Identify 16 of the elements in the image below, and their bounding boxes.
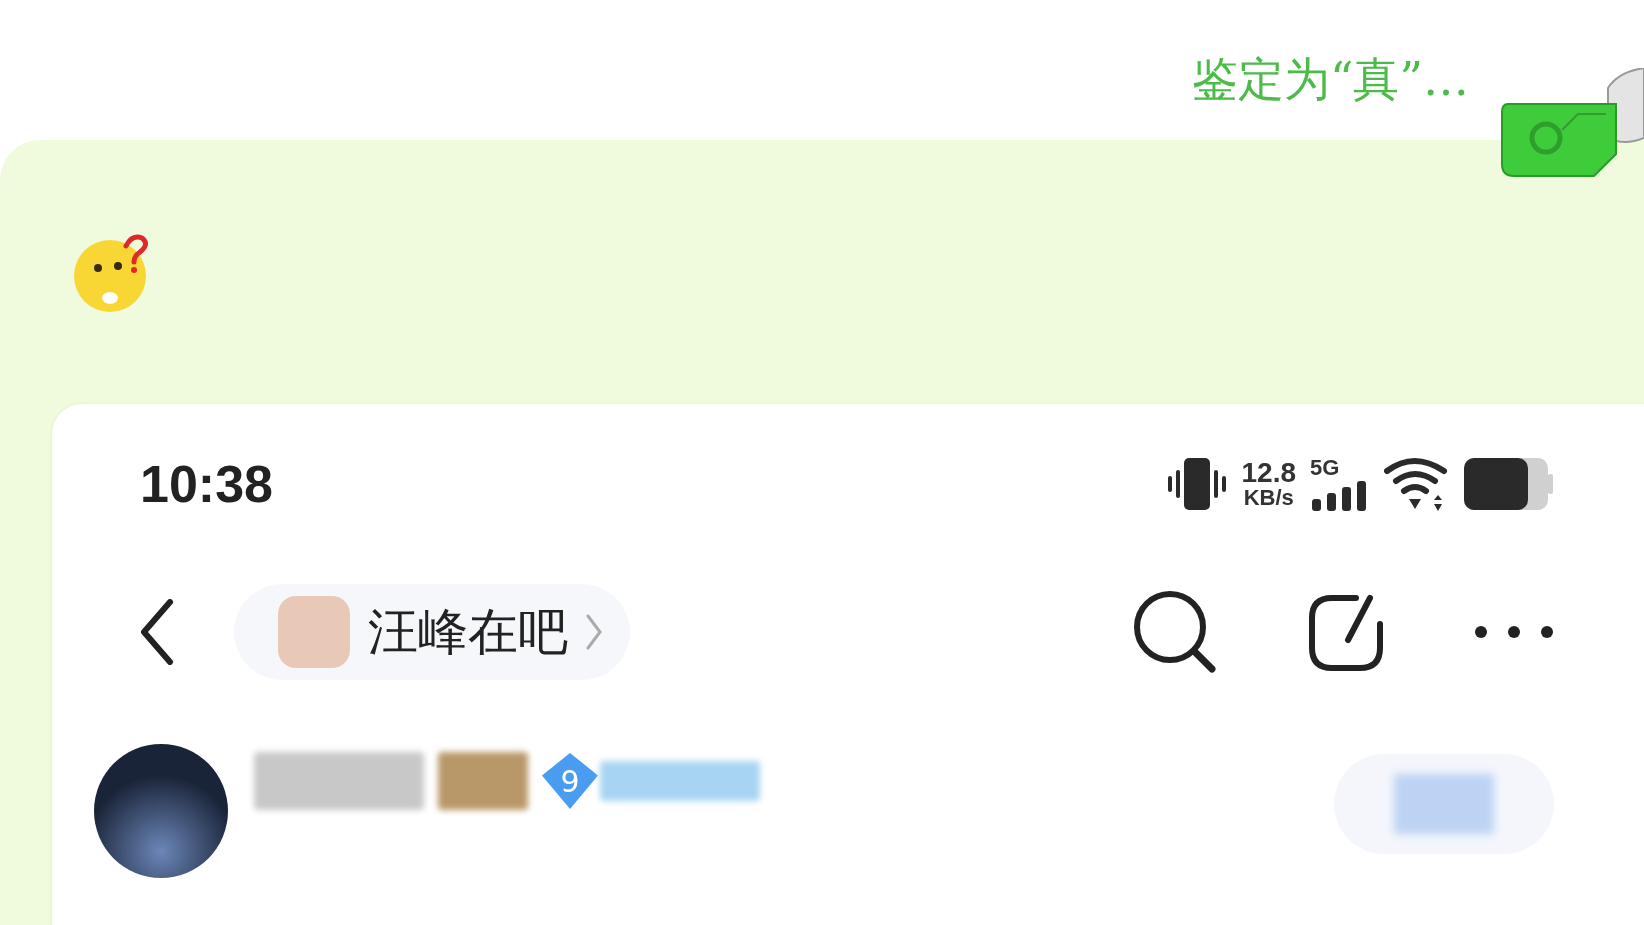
back-icon[interactable] xyxy=(140,599,174,665)
edit-icon[interactable] xyxy=(1308,592,1384,672)
forum-avatar xyxy=(278,596,350,668)
battery-icon xyxy=(1464,458,1554,510)
vibrate-icon xyxy=(1165,458,1228,510)
network-type: 5G xyxy=(1310,457,1340,479)
chevron-right-icon xyxy=(586,614,602,650)
wifi-icon xyxy=(1384,457,1450,511)
speed-unit: KB/s xyxy=(1243,487,1294,509)
status-time: 10:38 xyxy=(140,454,273,514)
level-badge: 9 xyxy=(542,753,598,809)
forum-title-button[interactable]: 汪峰在吧 xyxy=(234,584,630,680)
chat-caption: 鉴定为“真”… xyxy=(1191,51,1469,108)
network-speed: 12.8 xyxy=(1241,459,1296,487)
search-icon[interactable] xyxy=(1132,589,1218,675)
more-icon[interactable] xyxy=(1474,625,1554,639)
